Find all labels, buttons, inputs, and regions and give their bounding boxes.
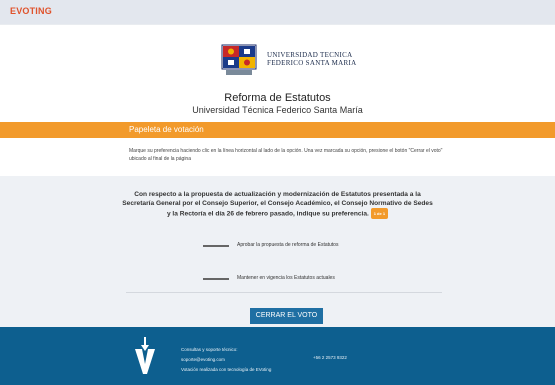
page-subtitle: Universidad Técnica Federico Santa María bbox=[192, 105, 363, 115]
vote-area: Con respecto a la propuesta de actualiza… bbox=[0, 176, 555, 328]
footer-contact: Consultas y soporte técnico: soporte@evo… bbox=[181, 345, 271, 375]
close-vote-button[interactable]: CERRAR EL VOTO bbox=[250, 308, 323, 324]
page-title: Reforma de Estatutos bbox=[224, 92, 331, 104]
university-crest-icon bbox=[221, 44, 257, 75]
university-name: UNIVERSIDAD TECNICA FEDERICO SANTA MARIA bbox=[267, 51, 357, 67]
question-count-badge: 1 de 1 bbox=[370, 208, 389, 219]
option-keep-line[interactable] bbox=[203, 278, 229, 280]
instructions-panel: Marque su preferencia haciendo clic en l… bbox=[0, 138, 555, 176]
ballot-question: Con respecto a la propuesta de actualiza… bbox=[122, 191, 433, 219]
support-email[interactable]: soporte@evoting.com bbox=[181, 355, 271, 365]
divider bbox=[126, 292, 442, 293]
evoting-logo: EVOTING bbox=[10, 6, 52, 16]
support-title: Consultas y soporte técnico: bbox=[181, 347, 238, 352]
ballot-heading-bar: Papeleta de votación bbox=[0, 122, 555, 138]
option-approve[interactable]: Aprobar la propuesta de reforma de Estat… bbox=[203, 241, 373, 251]
option-keep-label: Mantener en vigencia los Estatutos actua… bbox=[237, 275, 335, 281]
option-keep[interactable]: Mantener en vigencia los Estatutos actua… bbox=[203, 274, 373, 284]
evoting-v-logo-icon bbox=[135, 337, 155, 374]
top-bar: EVOTING bbox=[0, 0, 555, 24]
ballot-header: UNIVERSIDAD TECNICA FEDERICO SANTA MARIA… bbox=[0, 24, 555, 122]
tech-note: Votación realizada con tecnología de EVo… bbox=[181, 367, 272, 372]
option-approve-line[interactable] bbox=[203, 245, 229, 247]
footer: Consultas y soporte técnico: soporte@evo… bbox=[0, 327, 555, 385]
ballot-heading: Papeleta de votación bbox=[129, 125, 204, 134]
university-logo: UNIVERSIDAD TECNICA FEDERICO SANTA MARIA bbox=[220, 44, 360, 80]
instructions-text: Marque su preferencia haciendo clic en l… bbox=[129, 148, 443, 162]
option-approve-label: Aprobar la propuesta de reforma de Estat… bbox=[237, 242, 339, 248]
support-phone: +56 2 2573 9322 bbox=[313, 355, 347, 360]
